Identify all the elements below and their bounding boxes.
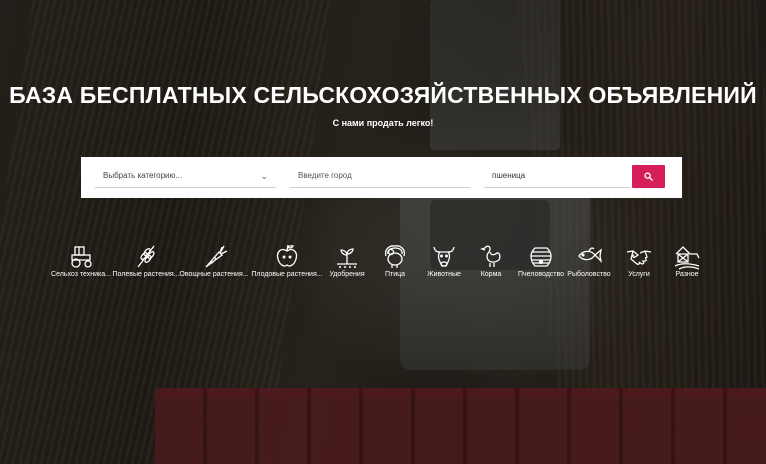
beehive-icon (530, 247, 552, 267)
page-subtitle: С нами продать легко! (332, 118, 434, 128)
city-field[interactable] (290, 165, 470, 188)
search-icon (644, 172, 653, 181)
search-button[interactable] (632, 165, 665, 188)
handshake-icon (626, 250, 652, 265)
category-item-services[interactable]: Услуги (622, 242, 656, 278)
page-title: БАЗА БЕСПЛАТНЫХ СЕЛЬСКОХОЗЯЙСТВЕННЫХ ОБЪ… (9, 82, 757, 108)
chevron-down-icon: ⌄ (260, 171, 268, 181)
search-panel: Выбрать категорию... ⌄ (81, 157, 682, 198)
barn-icon (674, 246, 700, 270)
category-label: Животные (427, 271, 461, 278)
category-label: Разное (675, 271, 699, 278)
category-label: Полевые растения... (112, 271, 180, 278)
category-list: Сельхоз техника... Полевые растения... О… (0, 242, 766, 282)
category-item-fishing[interactable]: Рыболовство (566, 242, 612, 278)
category-label: Услуги (628, 271, 650, 278)
apple-icon (276, 244, 298, 267)
sprout-icon (337, 248, 357, 268)
category-item-feed[interactable]: Корма (476, 242, 506, 278)
tractor-icon (71, 246, 92, 268)
category-label: Пчеловодство (517, 271, 565, 278)
turkey-icon (384, 245, 406, 268)
category-item-beekeeping[interactable]: Пчеловодство (516, 242, 566, 278)
wheat-icon (137, 245, 155, 268)
bull-icon (433, 246, 455, 267)
category-item-fertilizers[interactable]: Удобрения (328, 242, 366, 278)
hero-overlay (0, 0, 766, 464)
category-label: Овощные растения... (179, 271, 249, 278)
category-label: Плодовые растения... (251, 271, 323, 278)
category-item-vegetables[interactable]: Овощные растения... (179, 242, 249, 278)
category-label: Корма (480, 271, 502, 278)
chicken-icon (479, 245, 501, 267)
fish-icon (578, 247, 603, 263)
carrot-icon (205, 245, 228, 268)
category-select-value: Выбрать категорию... (103, 171, 183, 180)
category-label: Птица (384, 271, 406, 278)
category-label: Удобрения (329, 271, 365, 278)
category-item-animals[interactable]: Животные (422, 242, 466, 278)
city-input[interactable] (298, 165, 470, 186)
category-select[interactable]: Выбрать категорию... ⌄ (95, 165, 276, 188)
category-label: Рыболовство (567, 271, 611, 278)
category-item-poultry[interactable]: Птица (378, 242, 412, 278)
query-field[interactable] (484, 165, 630, 188)
category-label: Сельхоз техника... (51, 271, 111, 278)
category-item-misc[interactable]: Разное (670, 242, 704, 278)
category-item-field-plants[interactable]: Полевые растения... (112, 242, 180, 278)
search-input[interactable] (492, 165, 630, 186)
category-item-tractor[interactable]: Сельхоз техника... (50, 242, 112, 278)
category-item-fruit-plants[interactable]: Плодовые растения... (251, 242, 323, 278)
